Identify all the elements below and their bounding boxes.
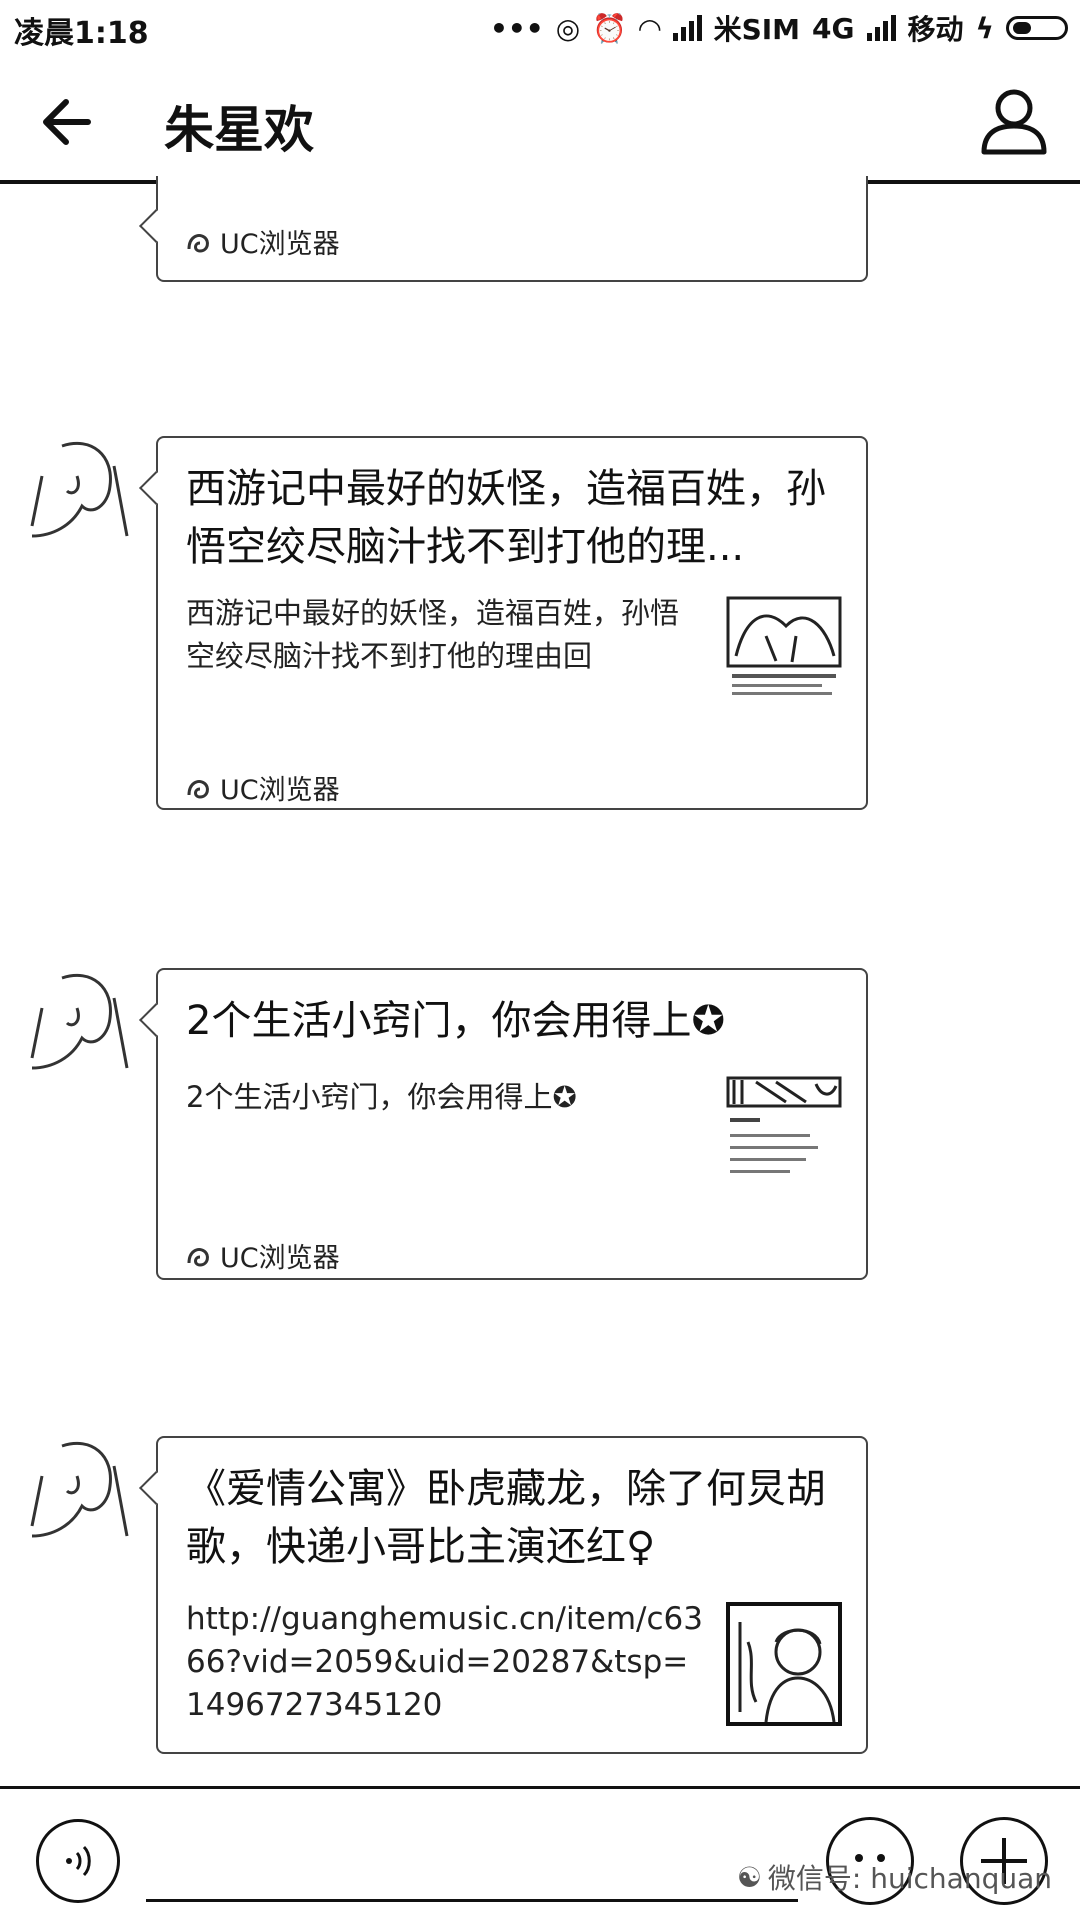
link-card[interactable]: 2个生活小窍门，你会用得上✪ 2个生活小窍门，你会用得上✪ UC浏览器 <box>156 968 868 1280</box>
card-thumbnail <box>726 1602 842 1726</box>
card-source-label: UC浏览器 <box>220 1243 340 1274</box>
back-arrow-icon[interactable] <box>36 92 96 152</box>
alarm-icon: ⏰ <box>592 11 628 45</box>
card-source: UC浏览器 <box>186 768 340 807</box>
network-label: 4G <box>812 11 855 45</box>
signal-icon <box>672 15 702 41</box>
chat-header: 朱星欢 <box>0 60 1080 184</box>
status-time: 凌晨1:18 <box>14 16 149 51</box>
contact-info-icon[interactable] <box>978 84 1050 156</box>
card-source: UC浏览器 <box>186 1236 340 1275</box>
link-card[interactable]: 《爱情公寓》卧虎藏龙，除了何炅胡歌，快递小哥比主演还红♀ http://guan… <box>156 1436 868 1754</box>
watermark-text: 微信号: huichanquan <box>767 1862 1052 1895</box>
status-bar: 凌晨1:18 ••• ◎ ⏰ ◠ 米SIM 4G 移动 ϟ <box>0 0 1080 58</box>
battery-icon <box>1006 16 1068 40</box>
sim1-label: 米SIM <box>713 13 801 46</box>
signal-icon-2 <box>866 15 896 41</box>
card-thumbnail <box>726 596 842 695</box>
time-separator <box>0 888 1080 928</box>
message-input[interactable] <box>146 1899 798 1902</box>
carrier-label: 移动 <box>907 13 964 46</box>
uc-browser-icon <box>187 233 209 253</box>
link-card[interactable]: UC浏览器 <box>156 176 868 282</box>
card-source-label: UC浏览器 <box>220 229 340 260</box>
wechat-logo-icon: ☯ <box>736 1860 762 1894</box>
card-thumbnail <box>726 1076 842 1173</box>
uc-browser-icon <box>187 1247 209 1267</box>
card-title: 2个生活小窍门，你会用得上✪ <box>186 998 725 1044</box>
charging-icon: ϟ <box>975 11 994 45</box>
more-icon: ••• <box>490 11 544 45</box>
card-description: http://guanghemusic.cn/item/c6366?vid=20… <box>186 1601 703 1723</box>
chat-input-bar: ☯ 微信号: huichanquan <box>0 1786 1080 1920</box>
watermark: ☯ 微信号: huichanquan <box>737 1857 1052 1897</box>
sender-avatar[interactable] <box>22 968 132 1078</box>
uc-browser-icon <box>187 779 209 799</box>
voice-icon <box>66 1845 91 1877</box>
time-separator <box>0 356 1080 396</box>
chat-title: 朱星欢 <box>164 101 314 159</box>
wifi-icon: ◠ <box>639 11 661 45</box>
sync-icon: ◎ <box>555 11 581 45</box>
sender-avatar[interactable] <box>22 436 132 546</box>
card-source-label: UC浏览器 <box>220 775 340 806</box>
card-description: 2个生活小窍门，你会用得上✪ <box>186 1080 577 1114</box>
card-description: 西游记中最好的妖怪，造福百姓，孙悟空绞尽脑汁找不到打他的理由回 <box>186 596 680 673</box>
card-source: UC浏览器 <box>186 222 340 261</box>
card-title: 西游记中最好的妖怪，造福百姓，孙悟空绞尽脑汁找不到打他的理... <box>186 466 826 570</box>
voice-input-button[interactable] <box>36 1819 120 1903</box>
card-title: 《爱情公寓》卧虎藏龙，除了何炅胡歌，快递小哥比主演还红♀ <box>186 1466 826 1570</box>
sender-avatar[interactable] <box>22 1436 132 1546</box>
status-icons: ••• ◎ ⏰ ◠ 米SIM 4G 移动 ϟ <box>490 8 1068 48</box>
link-card[interactable]: 西游记中最好的妖怪，造福百姓，孙悟空绞尽脑汁找不到打他的理... 西游记中最好的… <box>156 436 868 810</box>
time-separator <box>0 1356 1080 1396</box>
